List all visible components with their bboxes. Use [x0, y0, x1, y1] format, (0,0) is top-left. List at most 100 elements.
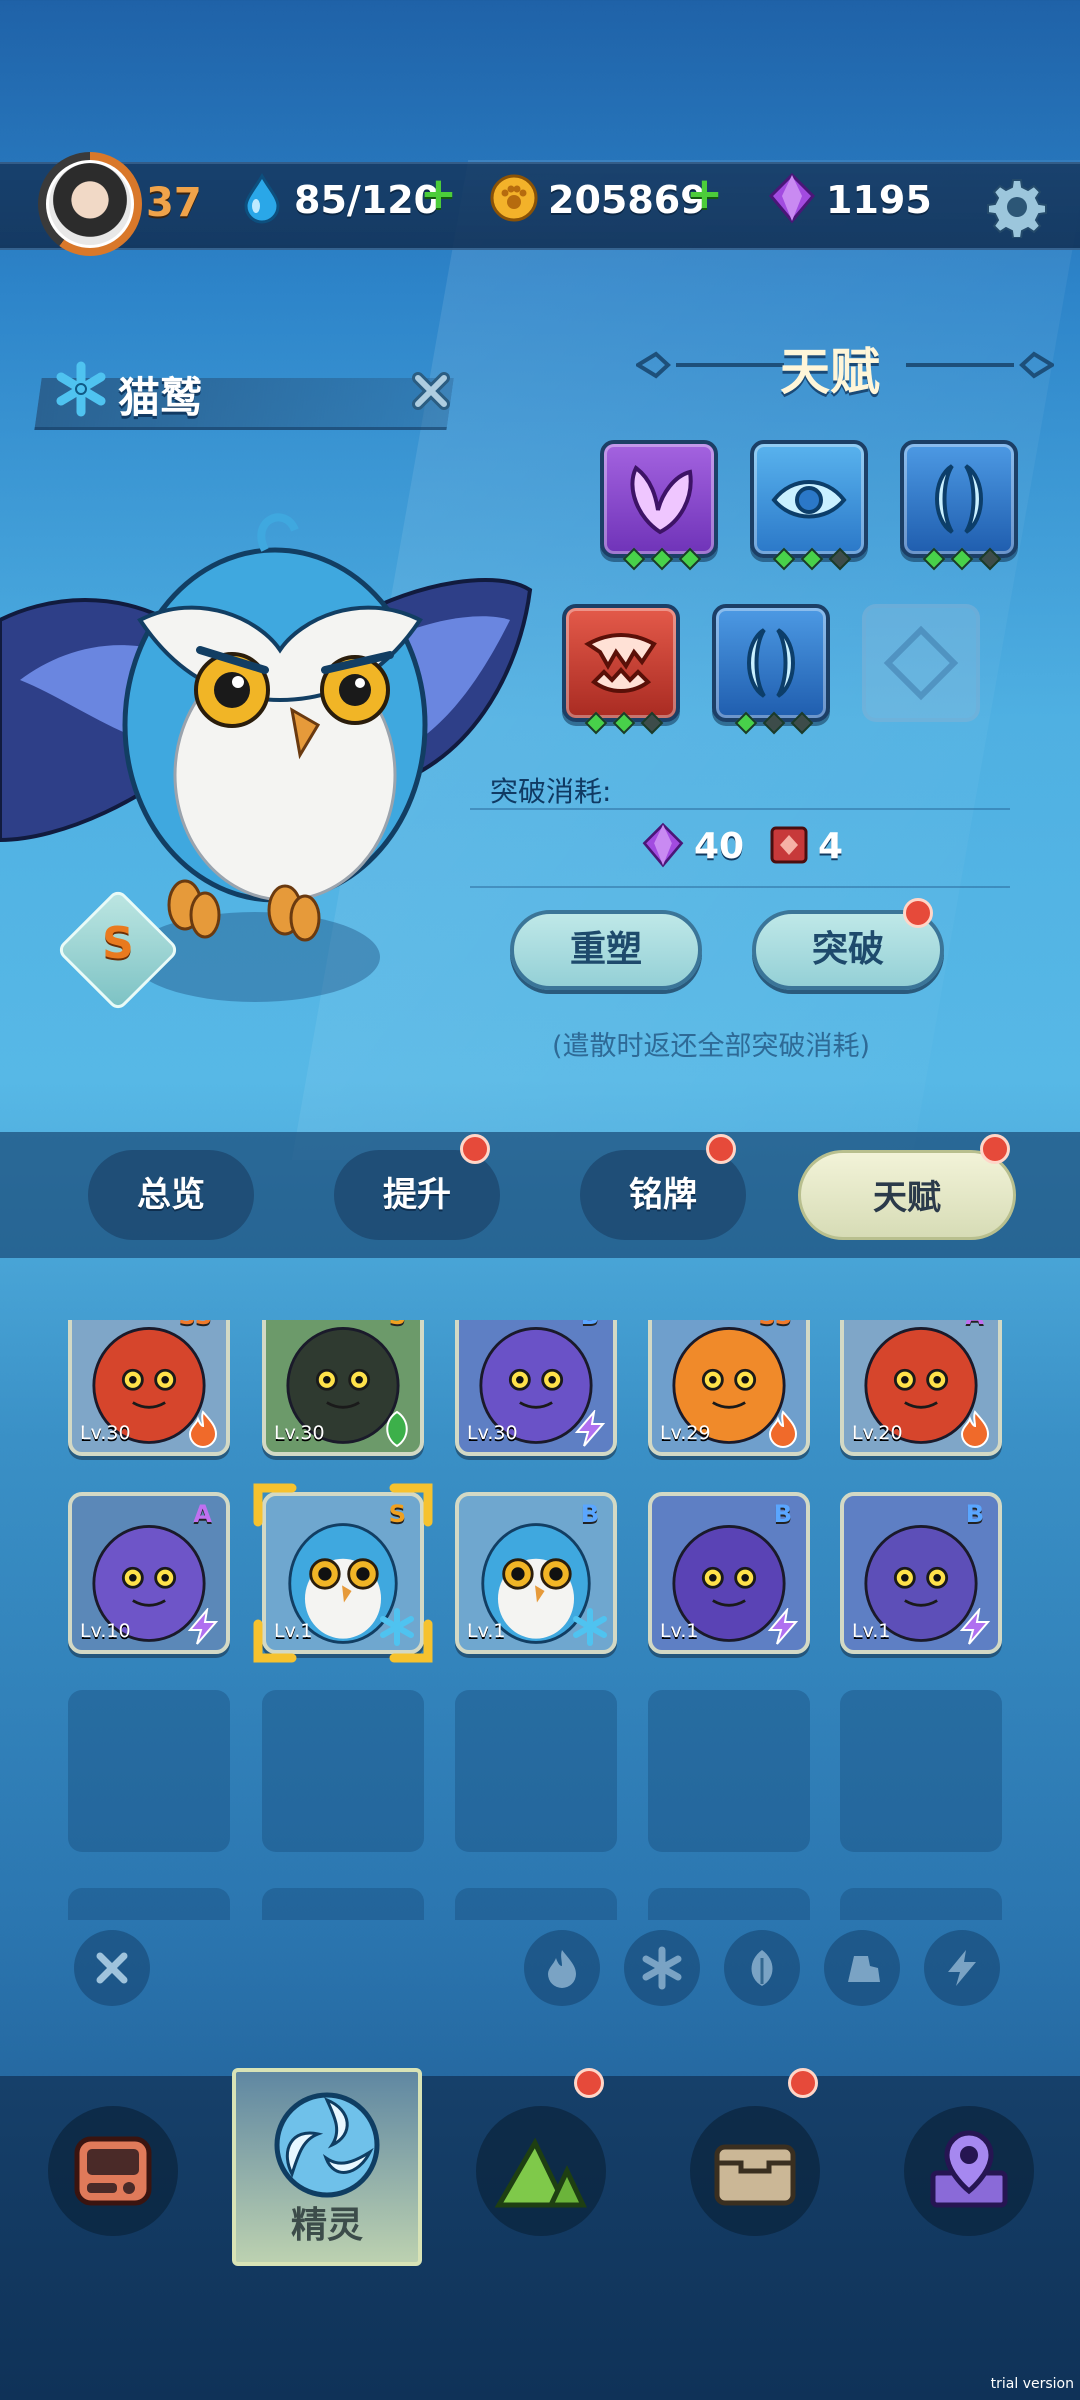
gem-value: 1195	[826, 178, 932, 222]
trial-watermark: trial version	[990, 2376, 1074, 2392]
talent-title: 天赋	[780, 343, 880, 401]
filter-grass-button[interactable]	[724, 1930, 800, 2006]
talent-skill-wing[interactable]	[600, 440, 718, 558]
creature-card-fire-imp[interactable]: SS Lv.29	[648, 1320, 810, 1456]
add-coins-button[interactable]: +	[686, 168, 723, 219]
notification-dot	[788, 2068, 818, 2098]
tab-talent[interactable]: 天赋	[798, 1150, 1016, 1240]
add-stamina-button[interactable]: +	[420, 168, 457, 219]
lightning-icon	[948, 1950, 976, 1986]
creature-level: Lv.1	[852, 1620, 891, 1642]
locked-slot-icon	[883, 625, 959, 701]
snowflake-icon	[56, 361, 106, 417]
empty-creature-slot	[455, 1888, 617, 1920]
nav-explore-button[interactable]	[476, 2106, 606, 2236]
nav-map-button[interactable]	[904, 2106, 1034, 2236]
close-icon[interactable]	[406, 366, 456, 416]
nav-device-button[interactable]	[48, 2106, 178, 2236]
creature-level: Lv.30	[80, 1422, 131, 1444]
fang-icon	[584, 633, 657, 693]
creature-card-purple-croc[interactable]: A Lv.10	[68, 1492, 230, 1654]
empty-creature-slot	[840, 1888, 1002, 1920]
creature-rank: B	[773, 1500, 792, 1528]
notification-dot	[980, 1134, 1010, 1164]
water-drop-icon	[244, 172, 280, 224]
eye-icon	[771, 480, 847, 519]
owl-creature-portrait	[0, 513, 533, 942]
creature-rank: A	[193, 1500, 212, 1528]
crescent-icon	[747, 628, 795, 698]
creature-card-owl[interactable]: B Lv.1	[455, 1492, 617, 1654]
empty-creature-slot	[648, 1690, 810, 1852]
creature-card-hooded-shadow[interactable]: S Lv.30	[262, 1320, 424, 1456]
creature-level: Lv.20	[852, 1422, 903, 1444]
refund-note: (遣散时返还全部突破消耗)	[552, 1031, 871, 1062]
creature-card-purple-cat[interactable]: B Lv.30	[455, 1320, 617, 1456]
right-ornament-icon	[906, 351, 1054, 379]
spirit-swirl-icon	[274, 2092, 380, 2198]
notification-dot	[460, 1134, 490, 1164]
talent-skill-fang[interactable]	[562, 604, 680, 722]
paw-coin-icon	[490, 174, 538, 222]
notification-dot	[574, 2068, 604, 2098]
filter-earth-button[interactable]	[824, 1930, 900, 2006]
map-pin-icon	[930, 2130, 1008, 2208]
mountain-icon	[494, 2137, 587, 2208]
snowflake-icon	[573, 1608, 607, 1646]
notification-dot	[903, 898, 933, 928]
creature-level: Lv.1	[467, 1620, 506, 1642]
skill-level-gems	[732, 711, 822, 736]
creature-card-purple-bat[interactable]: B Lv.1	[648, 1492, 810, 1654]
creature-level: Lv.1	[660, 1620, 699, 1642]
skill-level-gems	[920, 547, 1010, 572]
player-avatar[interactable]	[38, 152, 142, 256]
creature-rank: A	[965, 1320, 984, 1330]
creature-rank: S	[102, 918, 134, 969]
tab-overview[interactable]: 总览	[88, 1150, 254, 1240]
cost-books-value: 4	[818, 826, 844, 867]
talent-skill-crescent[interactable]	[900, 440, 1018, 558]
notification-dot	[706, 1134, 736, 1164]
filter-fire-button[interactable]	[524, 1930, 600, 2006]
filter-electric-button[interactable]	[924, 1930, 1000, 2006]
skill-level-gems	[582, 711, 672, 736]
filter-ice-button[interactable]	[624, 1930, 700, 2006]
stamina-value: 85/120	[294, 178, 441, 222]
nav-chest-button[interactable]	[690, 2106, 820, 2236]
creature-rank: SS	[179, 1320, 213, 1330]
creature-card-purple-mouse[interactable]: B Lv.1	[840, 1492, 1002, 1654]
talent-skill-eye[interactable]	[750, 440, 868, 558]
fire-icon	[188, 1410, 218, 1448]
cost-gems-value: 40	[694, 826, 745, 867]
leaf-icon	[751, 1950, 773, 1986]
empty-creature-slot	[68, 1690, 230, 1852]
left-ornament-icon	[636, 351, 784, 379]
purple-gem-icon	[768, 172, 816, 224]
lightning-icon	[187, 1608, 219, 1645]
creature-grid: SSLv.30SLv.30BLv.30SSLv.29ALv.20ALv.10SL…	[0, 1320, 1080, 1920]
clear-filter-button[interactable]	[74, 1930, 150, 2006]
purple-gem-icon	[642, 822, 684, 868]
empty-creature-slot	[262, 1690, 424, 1852]
fire-icon	[548, 1950, 576, 1988]
talent-skill-crescent[interactable]	[712, 604, 830, 722]
creature-rank: SS	[759, 1320, 793, 1330]
creature-card-red-dragon[interactable]: A Lv.20	[840, 1320, 1002, 1456]
break-cost-label: 突破消耗:	[490, 775, 612, 808]
empty-creature-slot	[840, 1690, 1002, 1852]
selection-frame	[253, 1483, 433, 1663]
chest-icon	[714, 2144, 796, 2206]
empty-creature-slot	[455, 1690, 617, 1852]
creature-rank: B	[580, 1500, 599, 1528]
reshape-button[interactable]: 重塑	[510, 910, 702, 990]
settings-gear-icon[interactable]	[986, 176, 1048, 238]
divider	[470, 808, 1010, 810]
creature-card-red-dragon[interactable]: SS Lv.30	[68, 1320, 230, 1456]
creature-rank: S	[389, 1320, 406, 1330]
creature-name: 猫鹫	[118, 373, 203, 422]
divider	[470, 886, 1010, 888]
nav-spirit-label: 精灵	[290, 2205, 363, 2246]
device-icon	[74, 2136, 152, 2206]
creature-level: Lv.30	[467, 1422, 518, 1444]
rock-icon	[848, 1956, 880, 1982]
